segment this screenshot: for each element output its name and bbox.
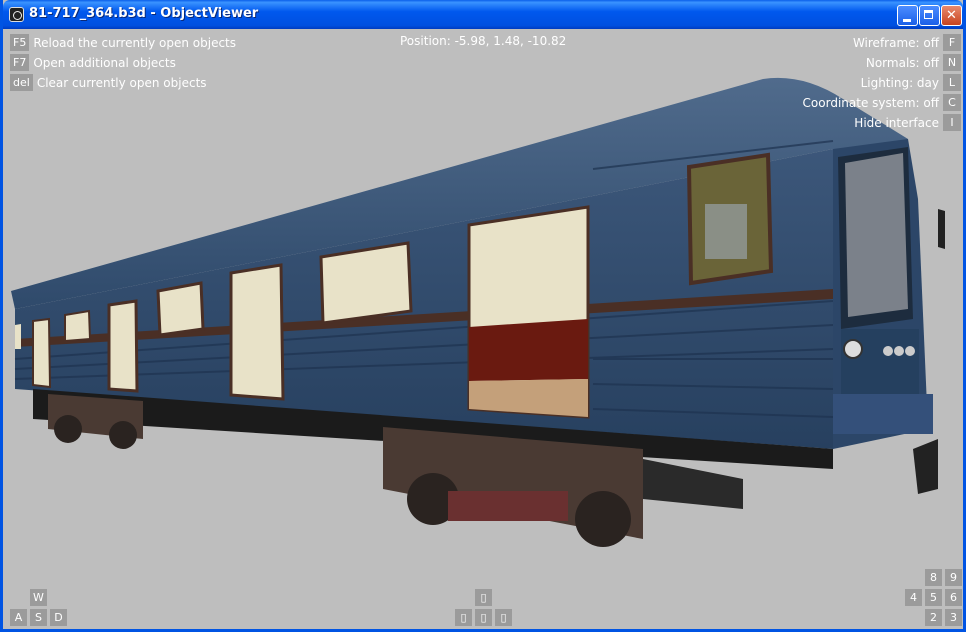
wireframe-label: Wireframe: off	[852, 35, 939, 50]
hint-normals[interactable]: Normals: off N	[866, 54, 961, 71]
key-l[interactable]: L	[943, 74, 961, 91]
key-numpad-2[interactable]: 2	[925, 609, 942, 626]
hint-open-label: Open additional objects	[33, 55, 176, 70]
objectviewer-window: 81-717_364.b3d - ObjectViewer ✕ F5 Reloa…	[0, 0, 966, 632]
key-s[interactable]: S	[30, 609, 47, 626]
key-numpad-3[interactable]: 3	[945, 609, 962, 626]
key-d[interactable]: D	[50, 609, 67, 626]
hint-wireframe[interactable]: Wireframe: off F	[853, 34, 961, 51]
close-icon: ✕	[946, 8, 957, 23]
minimize-button[interactable]	[897, 5, 918, 26]
key-numpad-9[interactable]: 9	[945, 569, 962, 586]
hide-interface-label: Hide interface	[854, 115, 939, 130]
hint-clear-label: Clear currently open objects	[36, 75, 207, 90]
key-f[interactable]: F	[943, 34, 961, 51]
app-icon[interactable]	[9, 7, 24, 22]
minimize-icon	[898, 6, 917, 25]
hint-reload-label: Reload the currently open objects	[33, 35, 237, 50]
key-arrow-up[interactable]: ▯	[475, 589, 492, 606]
title-bar[interactable]: 81-717_364.b3d - ObjectViewer ✕	[3, 0, 963, 29]
key-w[interactable]: W	[30, 589, 47, 606]
3d-viewport[interactable]: F5 Reload the currently open objects F7 …	[3, 29, 963, 629]
key-arrow-down[interactable]: ▯	[475, 609, 492, 626]
key-a[interactable]: A	[10, 609, 27, 626]
window-title: 81-717_364.b3d - ObjectViewer	[29, 6, 259, 21]
hint-lighting[interactable]: Lighting: day L	[861, 74, 961, 91]
key-f5[interactable]: F5	[10, 34, 30, 51]
coordinate-system-label: Coordinate system: off	[802, 95, 939, 110]
hint-hide-interface[interactable]: Hide interface I	[854, 114, 961, 131]
key-f7[interactable]: F7	[10, 54, 30, 71]
key-numpad-8[interactable]: 8	[925, 569, 942, 586]
key-numpad-4[interactable]: 4	[905, 589, 922, 606]
hint-open[interactable]: F7 Open additional objects	[10, 54, 176, 71]
camera-position: Position: -5.98, 1.48, -10.82	[400, 34, 567, 48]
hint-coordinate-system[interactable]: Coordinate system: off C	[803, 94, 961, 111]
maximize-icon	[920, 6, 939, 25]
hint-reload[interactable]: F5 Reload the currently open objects	[10, 34, 236, 51]
key-i[interactable]: I	[943, 114, 961, 131]
close-button[interactable]: ✕	[941, 5, 962, 26]
maximize-button[interactable]	[919, 5, 940, 26]
key-arrow-right[interactable]: ▯	[495, 609, 512, 626]
key-numpad-6[interactable]: 6	[945, 589, 962, 606]
key-n[interactable]: N	[943, 54, 961, 71]
hint-clear[interactable]: del Clear currently open objects	[10, 74, 207, 91]
key-arrow-left[interactable]: ▯	[455, 609, 472, 626]
metro-car-model	[11, 77, 945, 547]
key-c[interactable]: C	[943, 94, 961, 111]
key-numpad-5[interactable]: 5	[925, 589, 942, 606]
key-del[interactable]: del	[10, 74, 33, 91]
normals-label: Normals: off	[865, 55, 939, 70]
lighting-label: Lighting: day	[860, 75, 939, 90]
